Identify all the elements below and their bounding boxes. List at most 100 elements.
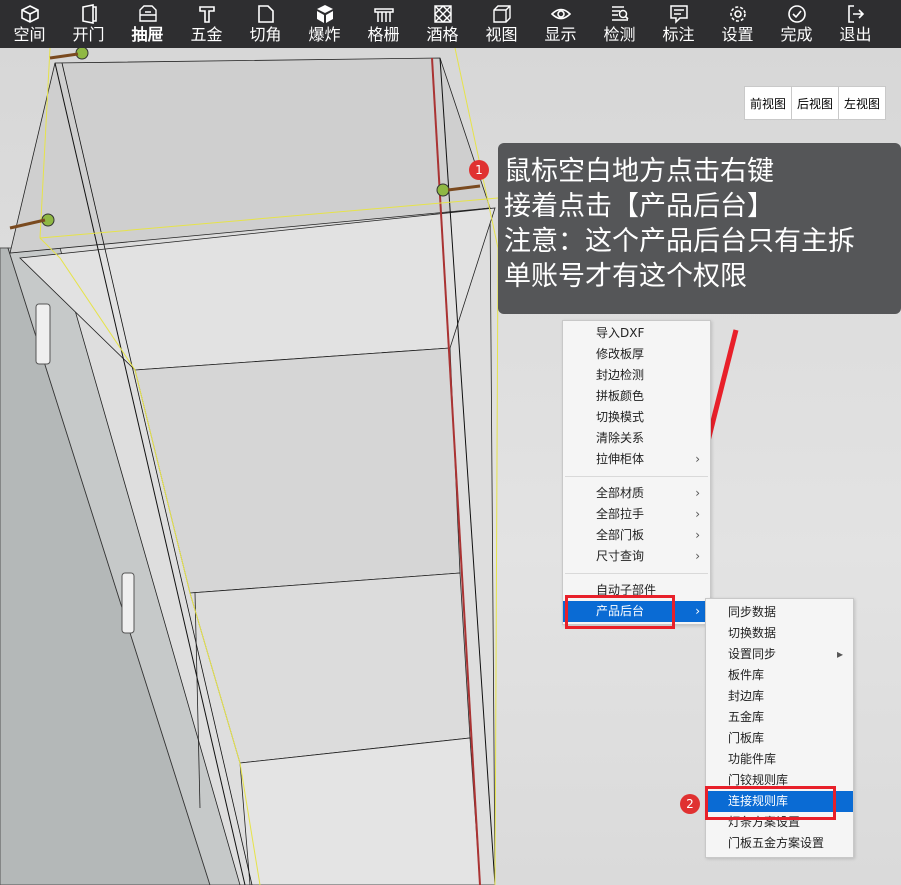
tutorial-tip: 鼠标空白地方点击右键 接着点击【产品后台】 注意：这个产品后台只有主拆 单账号才有这个…	[498, 143, 901, 314]
top-toolbar: 空间 开门 抽屉 五金 切角 爆炸 格栅 酒格 视图 显示 检测 标注 设置 完成 退出	[0, 0, 901, 48]
toolbar-button-label: 开门	[72, 25, 105, 44]
highlight-box-connection-rules	[705, 786, 836, 820]
context-menu-item[interactable]: 导入DXF	[563, 323, 710, 344]
chevron-right-icon: ›	[695, 549, 700, 563]
menu-item-label: 拉伸柜体	[596, 452, 645, 466]
highlight-box-product-backend	[565, 595, 675, 629]
menu-item-label: 全部门板	[596, 528, 645, 542]
context-menu-item[interactable]: 封边检测	[563, 365, 710, 386]
context-menu-item[interactable]: 全部拉手 ›	[563, 504, 710, 525]
toolbar-button-2[interactable]: 抽屉	[118, 0, 177, 48]
step-badge-2: 2	[680, 794, 700, 814]
toolbar-button-7[interactable]: 酒格	[413, 0, 472, 48]
menu-item-label: 板件库	[728, 668, 765, 682]
chevron-right-icon: ›	[695, 604, 700, 618]
toolbar-button-1[interactable]: 开门	[59, 0, 118, 48]
menu-item-label: 拼板颜色	[596, 389, 645, 403]
menu-item-label: 全部材质	[596, 486, 645, 500]
context-menu-item[interactable]: 全部材质 ›	[563, 483, 710, 504]
menu-item-label: 封边检测	[596, 368, 645, 382]
chevron-right-icon: ›	[695, 452, 700, 466]
submenu-item[interactable]: 门板五金方案设置	[706, 833, 853, 854]
toolbar-button-label: 格栅	[367, 25, 400, 44]
submenu-item[interactable]: 切换数据	[706, 623, 853, 644]
menu-item-label: 功能件库	[728, 752, 777, 766]
step-badge-1: 1	[469, 160, 489, 180]
caret-right-icon: ▸	[836, 647, 843, 661]
toolbar-button-6[interactable]: 格栅	[354, 0, 413, 48]
toolbar-button-10[interactable]: 检测	[590, 0, 649, 48]
grille-icon	[373, 8, 394, 22]
menu-item-label: 五金库	[728, 710, 765, 724]
menu-item-label: 切换数据	[728, 626, 777, 640]
explode-icon	[316, 5, 333, 23]
menu-item-label: 门板库	[728, 731, 765, 745]
context-menu-item[interactable]: 尺寸查询 ›	[563, 546, 710, 567]
check-circle-icon	[787, 5, 806, 23]
toolbar-button-label: 爆炸	[308, 25, 341, 44]
door-icon	[81, 4, 97, 24]
submenu-item[interactable]: 门板库	[706, 728, 853, 749]
tip-line: 接着点击【产品后台】	[504, 191, 774, 222]
toolbar-button-label: 设置	[721, 25, 754, 44]
chevron-right-icon: ›	[695, 486, 700, 500]
submenu-item[interactable]: 设置同步 ▸	[706, 644, 853, 665]
wine-rack-icon	[433, 5, 452, 23]
toolbar-button-12[interactable]: 设置	[708, 0, 767, 48]
toolbar-button-11[interactable]: 标注	[649, 0, 708, 48]
menu-item-label: 门板五金方案设置	[728, 836, 825, 850]
toolbar-button-9[interactable]: 显示	[531, 0, 590, 48]
toolbar-button-label: 抽屉	[131, 25, 164, 44]
view-button-2[interactable]: 左视图	[838, 86, 887, 120]
context-menu-item[interactable]: 清除关系	[563, 428, 710, 449]
chevron-right-icon: ›	[695, 528, 700, 542]
menu-item-label: 导入DXF	[596, 326, 645, 340]
toolbar-button-4[interactable]: 切角	[236, 0, 295, 48]
corner-cut-icon	[257, 5, 274, 23]
toolbar-button-5[interactable]: 爆炸	[295, 0, 354, 48]
toolbar-button-label: 退出	[839, 25, 872, 44]
submenu-item[interactable]: 封边库	[706, 686, 853, 707]
submenu-item[interactable]: 功能件库	[706, 749, 853, 770]
toolbar-button-14[interactable]: 退出	[826, 0, 885, 48]
cube-icon	[20, 5, 39, 23]
toolbar-button-3[interactable]: 五金	[177, 0, 236, 48]
gear-icon	[729, 6, 746, 22]
chevron-right-icon: ›	[695, 507, 700, 521]
context-menu-item[interactable]: 全部门板 ›	[563, 525, 710, 546]
context-menu-item[interactable]: 拉伸柜体 ›	[563, 449, 710, 470]
context-menu-item[interactable]: 切换模式	[563, 407, 710, 428]
view-button-1[interactable]: 后视图	[791, 86, 840, 120]
menu-item-label: 切换模式	[596, 410, 645, 424]
toolbar-button-label: 完成	[780, 25, 813, 44]
toolbar-button-13[interactable]: 完成	[767, 0, 826, 48]
view-button-0[interactable]: 前视图	[744, 86, 793, 120]
3d-viewport[interactable]: 前视图 后视图 左视图 鼠标空白地方点击右键 接着点击【产品后台】 注意：这个产品后台只…	[0, 48, 901, 885]
toolbar-button-0[interactable]: 空间	[0, 0, 59, 48]
toolbar-button-label: 显示	[544, 25, 577, 44]
context-menu-item[interactable]: 修改板厚	[563, 344, 710, 365]
toolbar-button-label: 五金	[190, 25, 223, 44]
menu-item-label: 修改板厚	[596, 347, 645, 361]
submenu-item[interactable]: 同步数据	[706, 602, 853, 623]
menu-item-label: 全部拉手	[596, 507, 645, 521]
menu-item-label: 清除关系	[596, 431, 645, 445]
toolbar-button-8[interactable]: 视图	[472, 0, 531, 48]
menu-item-label: 尺寸查询	[596, 549, 645, 563]
toolbar-button-label: 酒格	[426, 25, 459, 44]
view-buttons: 前视图 后视图 左视图	[744, 86, 887, 120]
context-menu: 导入DXF 修改板厚封边检测拼板颜色切换模式清除关系拉伸柜体 › 全部材质 › 全部拉手 ›…	[562, 320, 711, 625]
toolbar-button-label: 空间	[13, 25, 46, 44]
toolbar-button-label: 标注	[662, 25, 695, 44]
menu-item-label: 门铰规则库	[728, 773, 789, 787]
menu-separator	[565, 476, 708, 477]
detect-icon	[611, 6, 629, 21]
submenu-item[interactable]: 板件库	[706, 665, 853, 686]
submenu-item[interactable]: 五金库	[706, 707, 853, 728]
drawer-icon	[138, 5, 157, 22]
context-menu-item[interactable]: 拼板颜色	[563, 386, 710, 407]
annotate-icon	[669, 5, 688, 24]
menu-separator	[565, 573, 708, 574]
toolbar-button-label: 切角	[249, 25, 282, 44]
menu-item-label: 设置同步	[728, 647, 777, 661]
